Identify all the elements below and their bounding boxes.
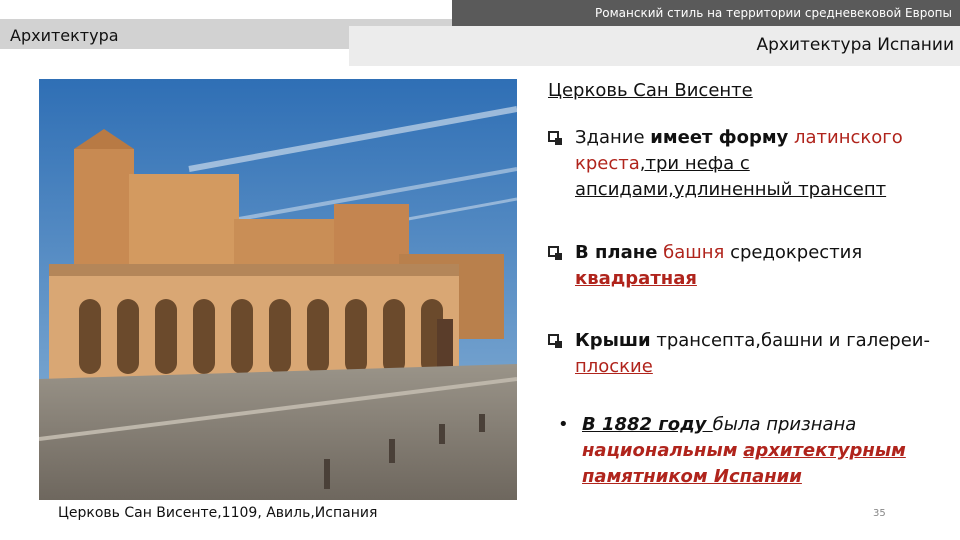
item-text: имеет форму bbox=[650, 127, 789, 148]
bullet-item-plan: В плане башня средокрестия квадратная bbox=[548, 240, 862, 292]
bullet-dot-icon: • bbox=[558, 414, 569, 435]
item-text: В плане bbox=[575, 242, 658, 263]
item-text: плоские bbox=[575, 356, 653, 377]
item-text: была признана bbox=[712, 414, 857, 435]
church-photo bbox=[39, 79, 517, 500]
bullet-item-roofs: Крыши трансепта,башни и галереи- плоские bbox=[548, 328, 930, 380]
square-bullet-icon bbox=[548, 131, 562, 145]
presentation-title: Романский стиль на территории средневеко… bbox=[595, 6, 952, 20]
item-text: креста bbox=[575, 153, 640, 174]
item-text: памятником Испании bbox=[582, 466, 802, 487]
item-text: ,три нефа с bbox=[639, 153, 750, 174]
bullet-item-monument: • В 1882 году была признана национальным… bbox=[558, 412, 906, 490]
item-text: башня bbox=[663, 242, 725, 263]
item-text: латинского bbox=[794, 127, 903, 148]
item-text: средокрестия bbox=[724, 242, 863, 263]
bullet-item-form: Здание имеет форму латинского креста,три… bbox=[548, 125, 903, 203]
item-text: архитектурным bbox=[743, 440, 906, 461]
photo-caption: Церковь Сан Висенте,1109, Авиль,Испания bbox=[58, 505, 378, 521]
header-top-strip: Романский стиль на территории средневеко… bbox=[452, 0, 960, 26]
item-text: В 1882 году bbox=[582, 414, 713, 435]
section-title: Архитектура bbox=[10, 26, 119, 45]
subsection-title: Архитектура Испании bbox=[756, 35, 954, 55]
page-number: 35 bbox=[873, 508, 886, 519]
church-heading: Церковь Сан Висенте bbox=[548, 80, 753, 101]
item-text: трансепта,башни и галереи- bbox=[650, 330, 930, 351]
square-bullet-icon bbox=[548, 246, 562, 260]
subsection-band: Архитектура Испании bbox=[349, 26, 960, 66]
item-text: национальным bbox=[582, 440, 738, 461]
item-text: апсидами,удлиненный трансепт bbox=[575, 179, 887, 200]
item-text: квадратная bbox=[575, 268, 697, 289]
square-bullet-icon bbox=[548, 334, 562, 348]
item-text: Здание bbox=[575, 127, 651, 148]
item-text: Крыши bbox=[575, 330, 651, 351]
